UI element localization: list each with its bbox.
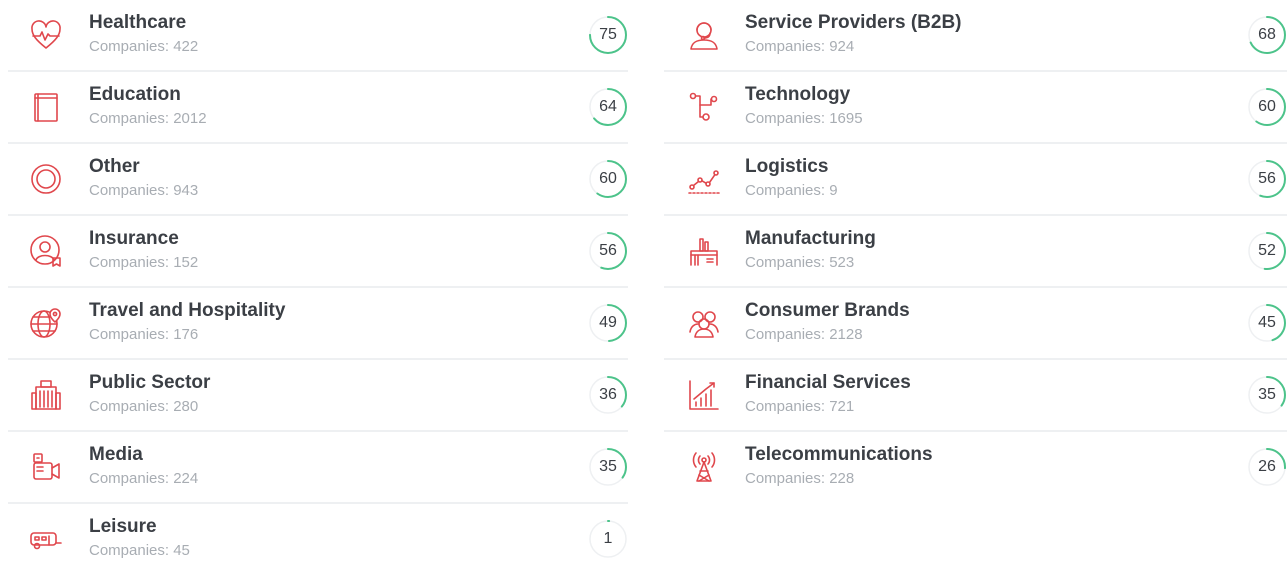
factory-icon [686, 233, 722, 269]
company-count: Companies: 422 [89, 38, 199, 55]
company-count: Companies: 924 [745, 38, 855, 55]
industry-name: Education [89, 84, 181, 105]
industry-list-right: Service Providers (B2B) Companies: 924 68 T… [664, 0, 1287, 502]
industry-name: Healthcare [89, 12, 187, 33]
building-icon [28, 377, 64, 413]
company-count: Companies: 2012 [89, 110, 207, 127]
caravan-icon [28, 521, 64, 557]
circle-icon [28, 161, 64, 197]
score-value: 56 [599, 242, 617, 259]
industry-name: Manufacturing [745, 228, 876, 249]
company-count: Companies: 280 [89, 398, 199, 415]
video-camera-icon [28, 449, 64, 485]
industry-row[interactable]: Service Providers (B2B) Companies: 924 68 [664, 0, 1287, 72]
user-badge-icon [28, 233, 64, 269]
industry-list-left: Healthcare Companies: 422 75 Education Compa… [8, 0, 628, 574]
industry-name: Leisure [89, 516, 157, 537]
industry-name: Logistics [745, 156, 829, 177]
score-value: 26 [1258, 458, 1276, 475]
score-ring: 56 [1247, 159, 1287, 199]
score-ring: 75 [588, 15, 628, 55]
score-ring: 60 [1247, 87, 1287, 127]
industry-name: Insurance [89, 228, 179, 249]
company-count: Companies: 224 [89, 470, 199, 487]
industry-name: Media [89, 444, 143, 465]
score-value: 60 [1258, 98, 1276, 115]
industry-row[interactable]: Technology Companies: 1695 60 [664, 72, 1287, 144]
score-value: 1 [603, 530, 613, 547]
industry-name: Travel and Hospitality [89, 300, 286, 321]
score-value: 60 [599, 170, 617, 187]
score-ring: 26 [1247, 447, 1287, 487]
industry-name: Consumer Brands [745, 300, 910, 321]
score-value: 35 [1258, 386, 1276, 403]
company-count: Companies: 943 [89, 182, 199, 199]
industry-row[interactable]: Telecommunications Companies: 228 26 [664, 432, 1287, 502]
company-count: Companies: 721 [745, 398, 855, 415]
industry-row[interactable]: Other Companies: 943 60 [8, 144, 628, 216]
score-ring: 60 [588, 159, 628, 199]
globe-pin-icon [28, 305, 64, 341]
circuit-icon [686, 89, 722, 125]
industry-name: Other [89, 156, 140, 177]
people-group-icon [686, 305, 722, 341]
industry-row[interactable]: Consumer Brands Companies: 2128 45 [664, 288, 1287, 360]
industry-row[interactable]: Healthcare Companies: 422 75 [8, 0, 628, 72]
company-count: Companies: 9 [745, 182, 838, 199]
score-value: 64 [599, 98, 617, 115]
company-count: Companies: 1695 [745, 110, 863, 127]
score-ring: 35 [588, 447, 628, 487]
score-ring: 49 [588, 303, 628, 343]
score-ring: 52 [1247, 231, 1287, 271]
company-count: Companies: 45 [89, 542, 190, 559]
company-count: Companies: 176 [89, 326, 199, 343]
heart-pulse-icon [28, 17, 64, 53]
score-ring: 68 [1247, 15, 1287, 55]
antenna-tower-icon [686, 449, 722, 485]
industry-name: Telecommunications [745, 444, 933, 465]
company-count: Companies: 523 [745, 254, 855, 271]
score-value: 45 [1258, 314, 1276, 331]
score-ring: 35 [1247, 375, 1287, 415]
growth-chart-icon [686, 377, 722, 413]
book-icon [28, 89, 64, 125]
score-value: 75 [599, 26, 617, 43]
score-value: 68 [1258, 26, 1276, 43]
score-ring: 56 [588, 231, 628, 271]
company-count: Companies: 228 [745, 470, 855, 487]
score-value: 49 [599, 314, 617, 331]
industry-name: Technology [745, 84, 851, 105]
industry-row[interactable]: Insurance Companies: 152 56 [8, 216, 628, 288]
industry-row[interactable]: Leisure Companies: 45 1 [8, 504, 628, 574]
industry-row[interactable]: Logistics Companies: 9 56 [664, 144, 1287, 216]
industry-name: Financial Services [745, 372, 911, 393]
score-value: 36 [599, 386, 617, 403]
industry-row[interactable]: Manufacturing Companies: 523 52 [664, 216, 1287, 288]
score-ring: 36 [588, 375, 628, 415]
industry-row[interactable]: Travel and Hospitality Companies: 176 49 [8, 288, 628, 360]
support-agent-icon [686, 17, 722, 53]
score-ring: 64 [588, 87, 628, 127]
company-count: Companies: 152 [89, 254, 199, 271]
industry-name: Public Sector [89, 372, 211, 393]
industry-row[interactable]: Education Companies: 2012 64 [8, 72, 628, 144]
score-ring: 1 [588, 519, 628, 559]
score-ring: 45 [1247, 303, 1287, 343]
company-count: Companies: 2128 [745, 326, 863, 343]
industry-row[interactable]: Media Companies: 224 35 [8, 432, 628, 504]
route-icon [686, 161, 722, 197]
score-value: 35 [599, 458, 617, 475]
score-value: 56 [1258, 170, 1276, 187]
industry-row[interactable]: Public Sector Companies: 280 36 [8, 360, 628, 432]
score-value: 52 [1258, 242, 1276, 259]
industry-name: Service Providers (B2B) [745, 12, 962, 33]
industry-row[interactable]: Financial Services Companies: 721 35 [664, 360, 1287, 432]
